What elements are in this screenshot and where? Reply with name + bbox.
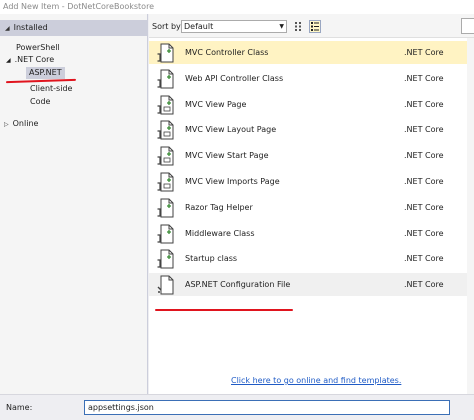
expanded-arrow-icon[interactable]: ◢ — [5, 25, 10, 32]
grid-view-button[interactable] — [293, 20, 305, 33]
tree-item-net-core-label: .NET Core — [14, 55, 55, 64]
view-file-icon — [157, 172, 174, 192]
template-language: .NET Core — [404, 280, 444, 290]
template-name: MVC View Imports Page — [185, 177, 280, 186]
template-name: Web API Controller Class — [185, 73, 284, 83]
tree-item-powershell[interactable]: PowerShell — [16, 42, 60, 54]
sort-select[interactable]: Default ▼ — [181, 20, 287, 33]
template-row[interactable]: MVC View Imports Page .NET Core — [149, 170, 467, 193]
template-row[interactable]: MVC View Page .NET Core — [149, 93, 467, 116]
view-file-icon — [157, 95, 174, 115]
grid-view-icon — [295, 22, 301, 31]
template-name: MVC View Layout Page — [185, 125, 277, 135]
sort-toolbar: Sort by: Default ▼ — [149, 14, 474, 38]
list-view-icon — [311, 22, 319, 31]
template-language: .NET Core — [404, 125, 444, 135]
template-row[interactable]: Razor Tag Helper .NET Core — [149, 196, 467, 219]
sort-by-label: Sort by: — [152, 22, 183, 31]
list-view-button[interactable] — [309, 20, 321, 33]
template-name: MVC View Page — [185, 99, 247, 109]
template-name: MVC Controller Class — [185, 48, 269, 57]
window-title: Add New Item - DotNetCoreBookstore — [0, 0, 474, 14]
tree-installed[interactable]: ◢ Installed — [0, 20, 148, 36]
template-row[interactable]: Middleware Class .NET Core — [149, 222, 467, 245]
category-tree: ◢ Installed PowerShell ◢ .NET Core ASP.NET… — [0, 14, 148, 394]
find-online-templates-link[interactable]: Click here to go online and find templat… — [231, 376, 401, 385]
template-name: Razor Tag Helper — [185, 202, 253, 212]
tree-item-code[interactable]: Code — [30, 96, 50, 108]
template-language: .NET Core — [404, 254, 444, 264]
name-label: Name: — [6, 403, 33, 412]
template-language: .NET Core — [404, 73, 444, 83]
tree-online-label: Online — [12, 119, 39, 128]
annotation-underline — [155, 309, 293, 311]
csharp-file-icon — [157, 249, 174, 269]
csharp-file-icon — [157, 43, 174, 63]
template-row[interactable]: Startup class .NET Core — [149, 247, 467, 270]
sort-select-value: Default — [184, 22, 214, 31]
template-language: .NET Core — [404, 202, 444, 212]
tree-item-net-core[interactable]: ◢ .NET Core — [6, 54, 54, 67]
chevron-down-icon: ▼ — [279, 23, 284, 30]
template-name: Startup class — [185, 254, 238, 264]
csharp-file-icon — [157, 69, 174, 89]
tree-item-aspnet[interactable]: ASP.NET — [26, 67, 65, 79]
tree-online[interactable]: ▷ Online — [4, 118, 38, 131]
view-file-icon — [157, 146, 174, 166]
collapsed-arrow-icon[interactable]: ▷ — [4, 121, 9, 128]
csharp-file-icon — [157, 224, 174, 244]
template-language: .NET Core — [404, 48, 444, 57]
template-row[interactable]: MVC View Layout Page .NET Core — [149, 118, 467, 141]
template-name: Middleware Class — [185, 228, 255, 238]
template-language: .NET Core — [404, 228, 444, 238]
tree-installed-label: Installed — [13, 23, 48, 32]
expanded-arrow-icon[interactable]: ◢ — [6, 57, 11, 64]
template-row[interactable]: ASP.NET Configuration File .NET Core — [149, 273, 467, 297]
template-language: .NET Core — [404, 99, 444, 109]
template-name: ASP.NET Configuration File — [185, 280, 291, 290]
tree-item-client-side[interactable]: Client-side — [30, 83, 72, 95]
template-row[interactable]: MVC Controller Class .NET Core — [149, 41, 467, 64]
template-pane: Sort by: Default ▼ MVC Controller Class.… — [149, 14, 474, 394]
template-language: .NET Core — [404, 177, 444, 186]
template-language: .NET Core — [404, 151, 444, 161]
template-name: MVC View Start Page — [185, 151, 269, 161]
name-bar: Name: — [0, 394, 474, 420]
template-row[interactable]: MVC View Start Page .NET Core — [149, 144, 467, 167]
template-row[interactable]: Web API Controller Class .NET Core — [149, 67, 467, 90]
config-file-icon — [157, 275, 174, 295]
vertical-scrollbar[interactable] — [467, 38, 474, 394]
search-input[interactable] — [461, 18, 474, 34]
name-input[interactable] — [84, 400, 450, 415]
csharp-file-icon — [157, 198, 174, 218]
view-file-icon — [157, 120, 174, 140]
